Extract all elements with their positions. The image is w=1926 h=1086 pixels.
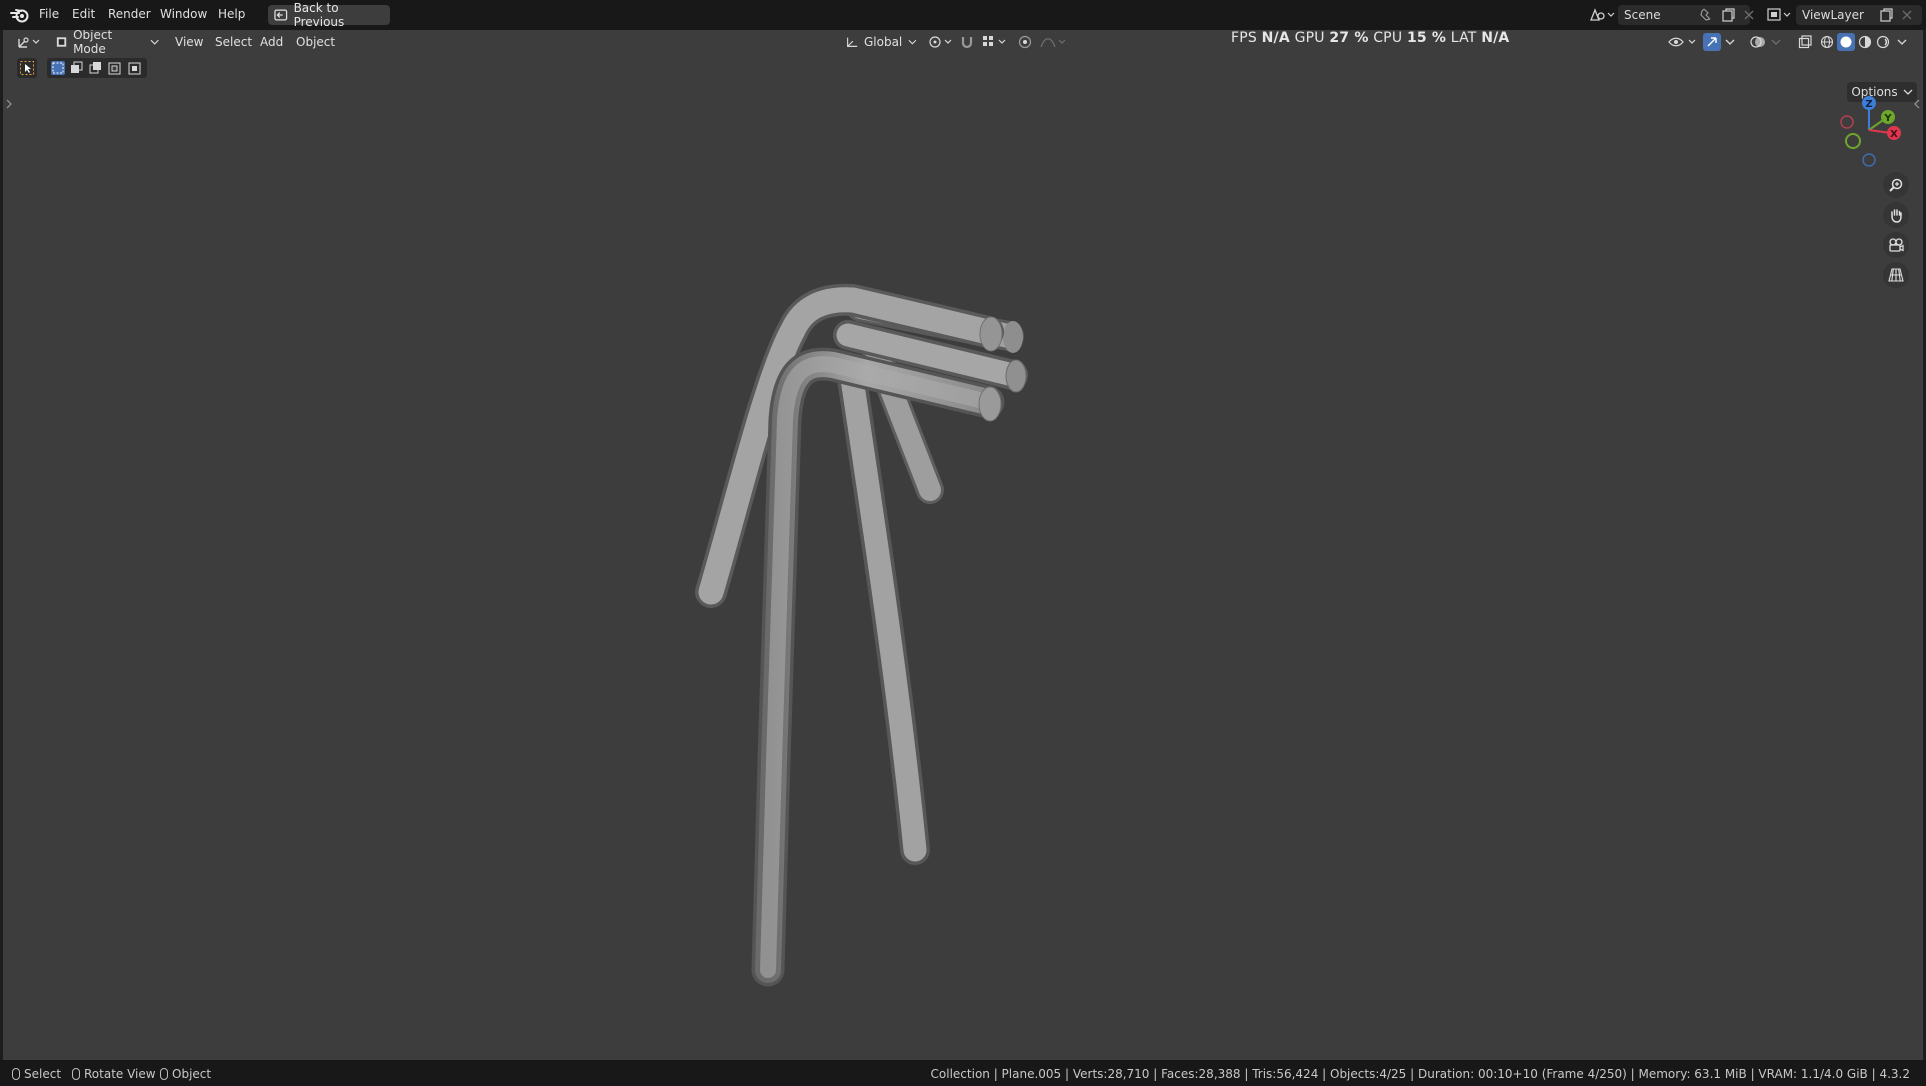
visibility-selectability-icon[interactable]	[1667, 34, 1699, 50]
fps-label: FPS	[1231, 30, 1257, 46]
sidebar-expand-icon[interactable]	[1913, 98, 1921, 110]
toolbar-expand-icon[interactable]	[5, 98, 13, 110]
grid-perspective-icon	[1888, 268, 1904, 282]
orientation-icon	[847, 37, 858, 47]
selection-mode-group	[47, 58, 147, 78]
gpu-value: 27 %	[1329, 30, 1369, 46]
top-menu-bar: File Edit Render Window Help Back to Pre…	[0, 0, 1926, 30]
snap-grid-icon[interactable]	[981, 34, 1009, 50]
menu-help[interactable]: Help	[218, 7, 245, 21]
cpu-value: 15 %	[1406, 30, 1447, 46]
zoom-icon	[1889, 178, 1903, 192]
view-layer-browse-icon[interactable]	[1766, 7, 1794, 23]
chevron-down-icon[interactable]	[1769, 34, 1783, 50]
view-layer-name: ViewLayer	[1802, 8, 1864, 22]
snap-magnet-icon[interactable]	[959, 34, 975, 50]
hint-select-label: Select	[24, 1067, 62, 1081]
object-mode-icon	[56, 37, 67, 47]
mode-label: Object Mode	[73, 30, 113, 56]
xray-toggle-icon[interactable]	[1797, 34, 1813, 50]
chevron-down-icon[interactable]	[1723, 34, 1737, 50]
menu-select[interactable]: Select	[215, 35, 252, 49]
neg-y-axis-icon[interactable]	[1845, 133, 1861, 149]
cpu-label: CPU	[1373, 30, 1403, 46]
scene-statistics: Collection | Plane.005 | Verts:28,710 | …	[930, 1067, 1910, 1081]
gizmo-toggle-icon[interactable]	[1703, 33, 1721, 51]
scene-render	[695, 283, 1028, 987]
hint-object-label: Object	[172, 1067, 212, 1081]
zoom-view-button[interactable]	[1883, 172, 1909, 198]
back-to-previous-button[interactable]: Back to Previous	[268, 1, 390, 29]
shading-wireframe-icon[interactable]	[1819, 34, 1835, 50]
back-screen-icon	[274, 9, 288, 21]
gpu-label: GPU	[1294, 30, 1325, 46]
blender-logo-icon[interactable]	[10, 6, 30, 24]
mouse-left-icon	[12, 1068, 20, 1080]
transform-orientation-dropdown[interactable]: Global	[841, 33, 921, 51]
mode-dropdown[interactable]: Object Mode	[51, 30, 163, 56]
pin-icon[interactable]	[1698, 7, 1714, 23]
delete-view-layer-icon[interactable]	[1900, 7, 1914, 23]
menu-render[interactable]: Render	[108, 7, 151, 21]
tool-settings-row: Options	[3, 54, 1923, 102]
3d-viewport[interactable]: Object Mode View Select Add Object Globa…	[3, 30, 1923, 1060]
new-scene-icon[interactable]	[1720, 7, 1736, 23]
menu-window[interactable]: Window	[160, 7, 207, 21]
hint-rotate-label: Rotate View	[84, 1067, 156, 1081]
hand-icon	[1891, 209, 1902, 223]
lat-label: LAT	[1450, 30, 1477, 46]
mouse-middle-icon	[72, 1068, 80, 1080]
select-tool-icon[interactable]	[17, 58, 37, 78]
new-view-layer-icon[interactable]	[1878, 7, 1894, 23]
chevron-down-icon	[150, 39, 159, 45]
shading-solid-icon[interactable]	[1837, 33, 1855, 51]
hint-object: Object	[160, 1067, 211, 1081]
scene-name: Scene	[1624, 8, 1661, 22]
pivot-point-icon[interactable]	[927, 34, 955, 50]
editor-type-icon[interactable]	[17, 33, 43, 51]
proportional-editing-icon[interactable]	[1017, 34, 1033, 50]
performance-stats: FPS N/A GPU 27 % CPU 15 % LAT N/A	[1231, 30, 1509, 46]
perspective-toggle-button[interactable]	[1883, 262, 1909, 288]
neg-z-axis-icon[interactable]	[1862, 153, 1876, 167]
menu-object[interactable]: Object	[296, 35, 335, 49]
back-to-previous-label: Back to Previous	[293, 1, 345, 29]
z-axis-label: Z	[1865, 99, 1872, 110]
x-axis-label: X	[1890, 129, 1898, 140]
mouse-right-icon	[160, 1068, 168, 1080]
fps-value: N/A	[1261, 30, 1290, 46]
pan-view-button[interactable]	[1883, 202, 1909, 228]
menu-add[interactable]: Add	[260, 35, 283, 49]
scene-browse-icon[interactable]	[1588, 7, 1616, 23]
orientation-label: Global	[863, 35, 903, 49]
lat-value: N/A	[1481, 30, 1510, 46]
menu-file[interactable]: File	[39, 7, 59, 21]
shading-rendered-icon[interactable]	[1875, 34, 1891, 50]
camera-view-button[interactable]	[1883, 232, 1909, 258]
status-bar: Select Rotate View Object Collection | P…	[0, 1060, 1926, 1086]
hint-select: Select	[12, 1067, 61, 1081]
blender-window: File Edit Render Window Help Back to Pre…	[0, 0, 1926, 1086]
neg-x-axis-icon[interactable]	[1840, 115, 1854, 129]
overlays-icon[interactable]	[1749, 34, 1767, 50]
menu-view[interactable]: View	[175, 35, 203, 49]
y-axis-label: Y	[1883, 113, 1892, 124]
chevron-down-icon	[908, 39, 917, 45]
viewport-header: Object Mode View Select Add Object Globa…	[3, 30, 1923, 56]
shading-material-icon[interactable]	[1857, 34, 1873, 50]
chevron-down-icon[interactable]	[1895, 34, 1909, 50]
camera-icon	[1889, 238, 1904, 252]
falloff-curve-icon[interactable]	[1039, 34, 1067, 50]
hint-rotate: Rotate View	[72, 1067, 156, 1081]
delete-scene-icon[interactable]	[1742, 7, 1756, 23]
menu-edit[interactable]: Edit	[72, 7, 95, 21]
navigation-gizmo[interactable]: Z Y X	[1833, 90, 1913, 170]
